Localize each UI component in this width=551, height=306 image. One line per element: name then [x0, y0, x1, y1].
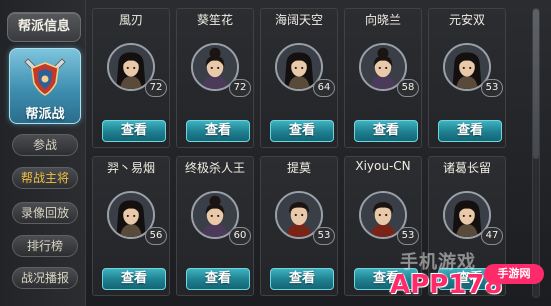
player-name: 葵笙花: [196, 13, 233, 27]
sidebar-button-3[interactable]: 排行榜: [12, 235, 78, 257]
crossed-swords-shield-icon: [24, 58, 66, 96]
player-name: 元安双: [448, 13, 485, 27]
view-button[interactable]: 查看: [270, 120, 334, 142]
sidebar-button-2[interactable]: 录像回放: [12, 202, 78, 224]
tab-guild-info[interactable]: 帮派信息: [7, 12, 81, 42]
view-button[interactable]: 查看: [438, 120, 502, 142]
player-card[interactable]: 向晓兰 58 查看: [344, 8, 422, 148]
player-level-badge: 72: [145, 79, 167, 97]
sidebar-button-0[interactable]: 参战: [12, 134, 78, 156]
player-name: 提莫: [286, 161, 311, 175]
guild-war-panel: 帮派信息 帮派战 参战帮战主将录像回放排行榜战况播报 風刃 72 查看 葵笙花 72 查看…: [0, 0, 551, 306]
player-name: 海阔天空: [274, 13, 323, 27]
player-name: 向晓兰: [364, 13, 401, 27]
player-level-badge: 56: [145, 227, 167, 245]
player-level-badge: 53: [313, 227, 335, 245]
player-level-badge: 60: [229, 227, 251, 245]
view-button[interactable]: 查看: [354, 120, 418, 142]
player-level-badge: 72: [229, 79, 251, 97]
view-button[interactable]: 查看: [186, 120, 250, 142]
player-level-badge: 53: [397, 227, 419, 245]
player-card[interactable]: 海阔天空 64 查看: [260, 8, 338, 148]
player-card[interactable]: 風刃 72 查看: [92, 8, 170, 148]
sidebar: 帮派信息 帮派战 参战帮战主将录像回放排行榜战况播报: [0, 0, 86, 306]
view-button[interactable]: 查看: [186, 268, 250, 290]
player-card[interactable]: 终极杀人王 60 查看: [176, 156, 254, 296]
tab-guild-war[interactable]: 帮派战: [9, 48, 81, 124]
player-level-badge: 47: [481, 227, 503, 245]
player-name: 诸葛长留: [442, 161, 491, 175]
player-level-badge: 64: [313, 79, 335, 97]
player-level-badge: 58: [397, 79, 419, 97]
sidebar-button-4[interactable]: 战况播报: [12, 267, 78, 289]
tab-guild-war-label: 帮派战: [25, 107, 65, 122]
watermark-badge: 手游网: [484, 264, 544, 284]
player-name: 羿丶易烟: [106, 161, 155, 175]
player-card[interactable]: 羿丶易烟 56 查看: [92, 156, 170, 296]
player-level-badge: 53: [481, 79, 503, 97]
view-button[interactable]: 查看: [102, 120, 166, 142]
player-name: 風刃: [118, 13, 143, 27]
watermark: 手机游戏 APP178 手游网: [380, 248, 548, 304]
player-name: Xiyou-CN: [355, 159, 411, 173]
sidebar-button-1[interactable]: 帮战主将: [12, 167, 78, 189]
player-card[interactable]: 元安双 53 查看: [428, 8, 506, 148]
view-button[interactable]: 查看: [102, 268, 166, 290]
scrollbar-thumb[interactable]: [533, 9, 539, 159]
view-button[interactable]: 查看: [270, 268, 334, 290]
player-name: 终极杀人王: [184, 161, 245, 175]
player-card[interactable]: 葵笙花 72 查看: [176, 8, 254, 148]
player-card[interactable]: 提莫 53 查看: [260, 156, 338, 296]
